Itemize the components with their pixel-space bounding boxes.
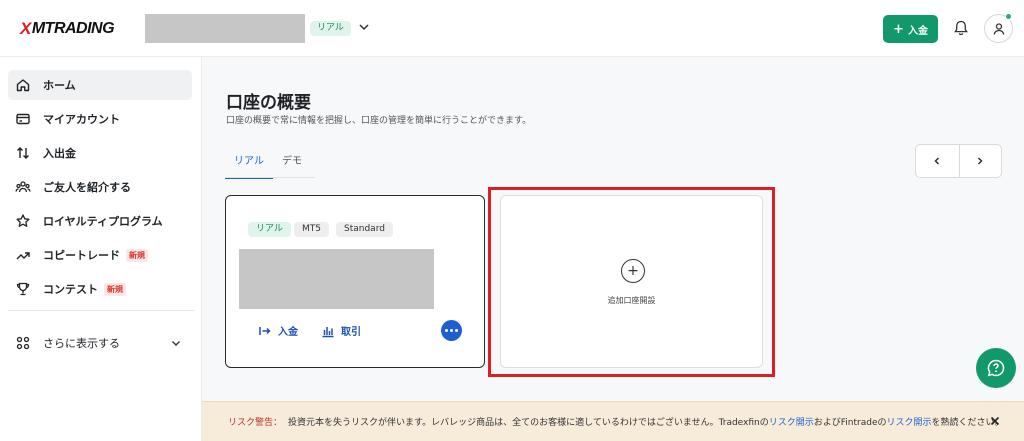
chevron-down-icon — [172, 341, 180, 346]
sidebar-item-home[interactable]: ホーム — [8, 70, 192, 100]
deposit-arrow-icon — [259, 326, 271, 335]
add-circle-icon: + — [621, 259, 645, 283]
pager-next-button[interactable] — [958, 145, 1002, 177]
sidebar-item-label: マイアカウント — [43, 113, 120, 126]
sidebar-item-label: ご友人を紹介する — [43, 181, 131, 194]
tradexfin-risk-disclosure-link[interactable]: リスク開示 — [769, 418, 814, 428]
logo-text: MTRADING — [31, 20, 115, 37]
new-badge: 新規 — [126, 248, 148, 262]
tabs-underline — [225, 177, 315, 178]
account-class-chip: Standard — [336, 222, 393, 237]
bell-icon[interactable] — [952, 19, 970, 37]
add-account-label: 追加口座開設 — [607, 296, 656, 305]
pager-prev-button[interactable] — [916, 145, 959, 177]
account-pager — [915, 144, 1002, 178]
main-content: 口座の概要 口座の概要で常に情報を把握し、口座の管理を簡単に行うことができます。… — [202, 57, 1024, 441]
sidebar-item-label: コピートレード — [43, 249, 120, 262]
risk-text-part: およびFintradeの — [813, 418, 887, 428]
risk-text-part: 投資元本を失うリスクが伴います。レバレッジ商品は、全てのお客様に適しているわけで… — [288, 418, 769, 428]
new-badge: 新規 — [104, 282, 126, 296]
sidebar-item-label: ロイヤルティプログラム — [43, 215, 163, 228]
home-icon — [16, 79, 30, 92]
user-icon — [993, 22, 1004, 35]
close-icon[interactable] — [988, 414, 1002, 428]
help-chat-icon — [987, 359, 1005, 377]
sidebar-item-contest[interactable]: コンテスト 新規 — [8, 274, 192, 304]
chevron-right-icon — [978, 157, 983, 165]
add-account-card[interactable]: + 追加口座開設 — [500, 195, 763, 368]
deposit-button-label: 入金 — [907, 25, 928, 37]
sidebar-item-label: ホーム — [43, 79, 76, 92]
sidebar-divider — [8, 310, 194, 311]
sidebar-item-deposit-withdraw[interactable]: 入出金 — [8, 138, 192, 168]
trend-icon — [16, 252, 30, 260]
card-trade-label: 取引 — [341, 327, 361, 338]
star-icon — [16, 214, 30, 227]
account-type-chip: リアル — [248, 222, 291, 237]
sidebar-item-label: 入出金 — [43, 147, 76, 160]
top-header: X MTRADING リアル + 入金 — [0, 0, 1024, 57]
chevron-down-icon[interactable] — [357, 20, 371, 34]
more-options-icon[interactable] — [441, 320, 462, 341]
people-icon — [15, 181, 31, 193]
account-type-badge: リアル — [310, 21, 351, 36]
trophy-icon — [16, 282, 30, 296]
sidebar: ホーム マイアカウント 入出金 ご友人を紹介する ロイヤルティプログラム コピー… — [0, 57, 202, 441]
transfer-icon — [17, 147, 29, 159]
chart-icon — [322, 326, 334, 337]
grid-icon — [16, 336, 30, 350]
card-deposit-label: 入金 — [278, 327, 298, 338]
page-subtitle: 口座の概要で常に情報を把握し、口座の管理を簡単に行うことができます。 — [226, 116, 532, 126]
logo-mark: X — [20, 19, 31, 38]
risk-warning-bar: リスク警告： 投資元本を失うリスクが伴います。レバレッジ商品は、全てのお客様に適… — [202, 401, 1024, 441]
account-card[interactable]: リアル MT5 Standard 入金 取引 — [225, 195, 485, 368]
account-balance-redacted — [239, 249, 434, 309]
page-title: 口座の概要 — [226, 93, 311, 113]
sidebar-item-label: コンテスト — [43, 283, 98, 296]
fintrade-risk-disclosure-link[interactable]: リスク開示 — [887, 418, 932, 428]
sidebar-item-my-account[interactable]: マイアカウント — [8, 104, 192, 134]
tab-demo[interactable]: デモ — [282, 152, 302, 177]
help-chat-button[interactable] — [976, 348, 1016, 388]
card-icon — [16, 113, 30, 125]
xm-logo[interactable]: X MTRADING — [20, 18, 115, 40]
online-status-dot — [1005, 13, 1012, 20]
account-selector[interactable] — [145, 14, 305, 43]
sidebar-more-label: さらに表示する — [43, 337, 120, 350]
sidebar-item-copy-trade[interactable]: コピートレード 新規 — [8, 240, 192, 270]
card-deposit-button[interactable]: 入金 — [258, 323, 298, 338]
chevron-left-icon — [934, 157, 940, 165]
plus-icon: + — [893, 21, 904, 37]
platform-chip: MT5 — [294, 222, 329, 237]
sidebar-show-more[interactable]: さらに表示する — [8, 328, 192, 358]
header-deposit-button[interactable]: + 入金 — [883, 15, 938, 43]
sidebar-item-loyalty[interactable]: ロイヤルティプログラム — [8, 206, 192, 236]
risk-warning-label: リスク警告： — [228, 418, 283, 428]
risk-warning-text: 投資元本を失うリスクが伴います。レバレッジ商品は、全てのお客様に適しているわけで… — [288, 415, 1004, 428]
sidebar-item-refer-friend[interactable]: ご友人を紹介する — [8, 172, 192, 202]
card-trade-button[interactable]: 取引 — [321, 323, 361, 338]
tab-real[interactable]: リアル — [225, 152, 273, 179]
